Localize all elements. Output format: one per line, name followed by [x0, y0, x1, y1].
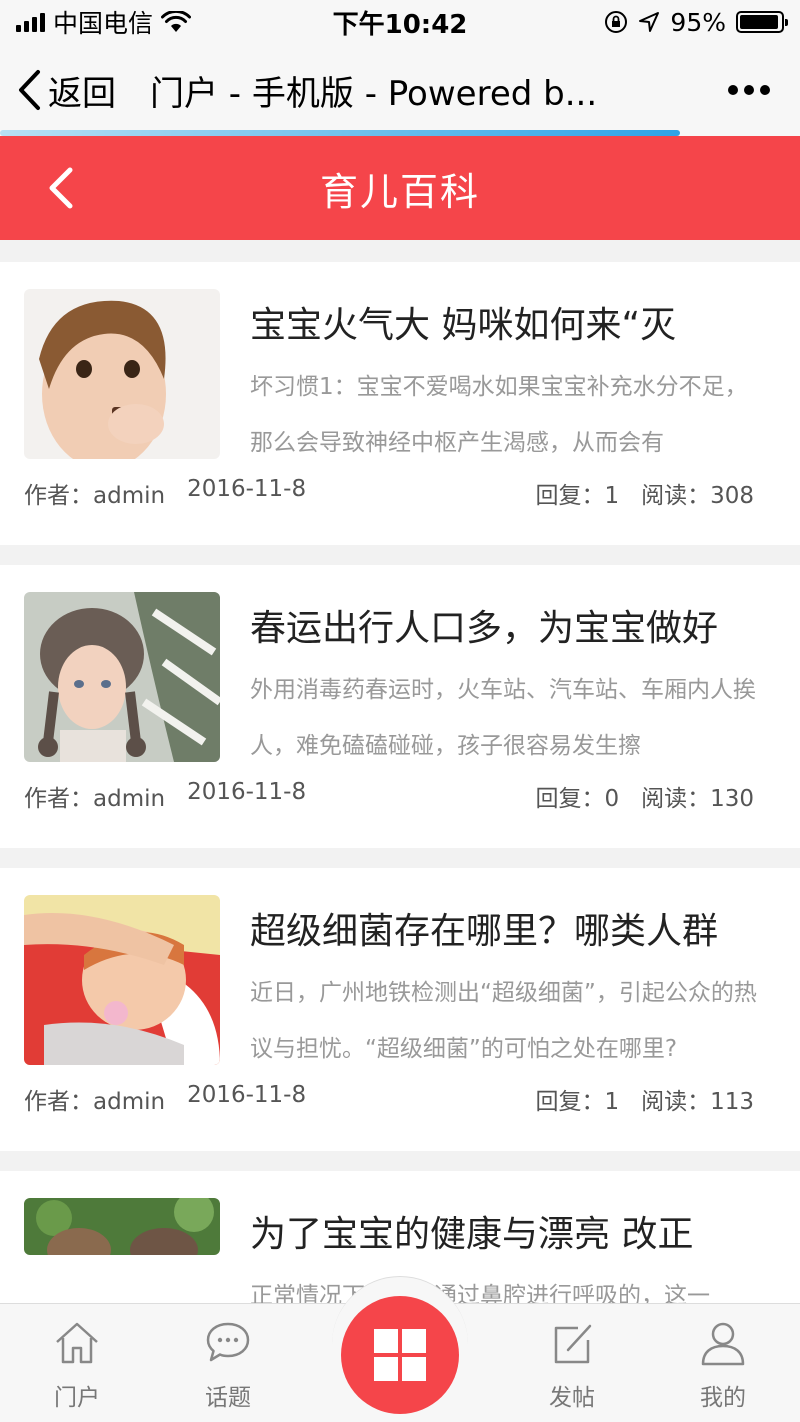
wifi-icon: [161, 11, 192, 32]
article-replies: 回复：1: [535, 1089, 620, 1115]
more-options-button[interactable]: [728, 85, 784, 95]
article-author: 作者：admin: [24, 1089, 166, 1115]
battery-icon: [736, 11, 788, 33]
carrier-label: 中国电信: [53, 9, 154, 38]
article-meta: 作者：admin 2016-11-8 回复：1 阅读：308: [24, 476, 764, 510]
article-replies: 回复：1: [535, 483, 620, 509]
article-thumbnail: [24, 1198, 220, 1255]
article-summary: 近日，广州地铁检测出“超级细菌”，引起公众的热议与担忧。“超级细菌”的可怕之处在…: [250, 980, 757, 1062]
chat-bubble-icon: [206, 1322, 250, 1362]
article-card[interactable]: 宝宝火气大 妈咪如何来“灭 坏习惯1：宝宝不爱喝水如果宝宝补充水分不足，那么会导…: [0, 262, 800, 545]
tab-topics-label: 话题: [205, 1385, 251, 1411]
article-title[interactable]: 宝宝火气大 妈咪如何来“灭: [250, 296, 770, 348]
tab-topics[interactable]: 话题: [168, 1320, 288, 1412]
article-title[interactable]: 为了宝宝的健康与漂亮 改正: [250, 1205, 770, 1257]
article-card[interactable]: 超级细菌存在哪里？哪类人群 近日，广州地铁检测出“超级细菌”，引起公众的热议与担…: [0, 868, 800, 1151]
tab-mine-label: 我的: [700, 1385, 746, 1411]
chevron-left-icon: [49, 167, 73, 209]
chevron-left-icon: [19, 70, 40, 110]
article-thumbnail: [24, 289, 220, 459]
article-title[interactable]: 春运出行人口多，为宝宝做好: [250, 599, 770, 651]
status-time: 下午10:42: [332, 9, 468, 40]
page-title: 育儿百科: [319, 169, 480, 214]
article-reads: 阅读：130: [641, 786, 754, 812]
orientation-lock-icon: [605, 11, 628, 33]
tab-home[interactable]: 门户: [17, 1320, 137, 1412]
tab-post-label: 发帖: [549, 1385, 595, 1411]
user-icon: [701, 1322, 745, 1366]
article-date: 2016-11-8: [187, 779, 307, 805]
browser-back-label: 返回: [48, 73, 116, 114]
page-header: 育儿百科: [0, 136, 800, 240]
article-title[interactable]: 超级细菌存在哪里？哪类人群: [250, 902, 770, 954]
article-replies: 回复：0: [535, 786, 620, 812]
article-author: 作者：admin: [24, 786, 166, 812]
article-reads: 阅读：113: [641, 1089, 754, 1115]
tab-mine[interactable]: 我的: [663, 1320, 783, 1412]
article-meta: 作者：admin 2016-11-8 回复：0 阅读：130: [24, 779, 764, 813]
grid-icon: [374, 1329, 426, 1381]
header-back-button[interactable]: [42, 164, 78, 216]
article-card[interactable]: 春运出行人口多，为宝宝做好 外用消毒药春运时，火车站、汽车站、车厢内人挨人，难免…: [0, 565, 800, 848]
article-meta: 作者：admin 2016-11-8 回复：1 阅读：113: [24, 1082, 764, 1116]
article-list: 宝宝火气大 妈咪如何来“灭 坏习惯1：宝宝不爱喝水如果宝宝补充水分不足，那么会导…: [0, 262, 800, 1422]
browser-nav-bar: 返回 门户 - 手机版 - Powered b...: [0, 44, 800, 136]
compose-icon: [554, 1324, 592, 1364]
signal-icon: [16, 12, 45, 32]
article-date: 2016-11-8: [187, 1082, 307, 1108]
grid-menu-button[interactable]: [341, 1296, 459, 1414]
more-dots-icon: [728, 85, 738, 95]
battery-percent: 95%: [670, 7, 726, 37]
tab-post[interactable]: 发帖: [512, 1320, 632, 1412]
location-icon: [639, 12, 660, 32]
article-summary: 坏习惯1：宝宝不爱喝水如果宝宝补充水分不足，那么会导致神经中枢产生渴感，从而会有: [250, 374, 748, 456]
tab-home-label: 门户: [54, 1385, 100, 1411]
home-icon: [56, 1322, 98, 1364]
status-bar: 中国电信 下午10:42 95%: [0, 0, 800, 44]
article-thumbnail: [24, 895, 220, 1065]
article-summary: 外用消毒药春运时，火车站、汽车站、车厢内人挨人，难免磕磕碰碰，孩子很容易发生擦: [250, 677, 756, 759]
browser-back-button[interactable]: 返回: [16, 66, 116, 115]
browser-page-title: 门户 - 手机版 - Powered b...: [150, 73, 598, 114]
article-reads: 阅读：308: [641, 483, 754, 509]
article-date: 2016-11-8: [187, 476, 307, 502]
article-thumbnail: [24, 592, 220, 762]
article-author: 作者：admin: [24, 483, 166, 509]
